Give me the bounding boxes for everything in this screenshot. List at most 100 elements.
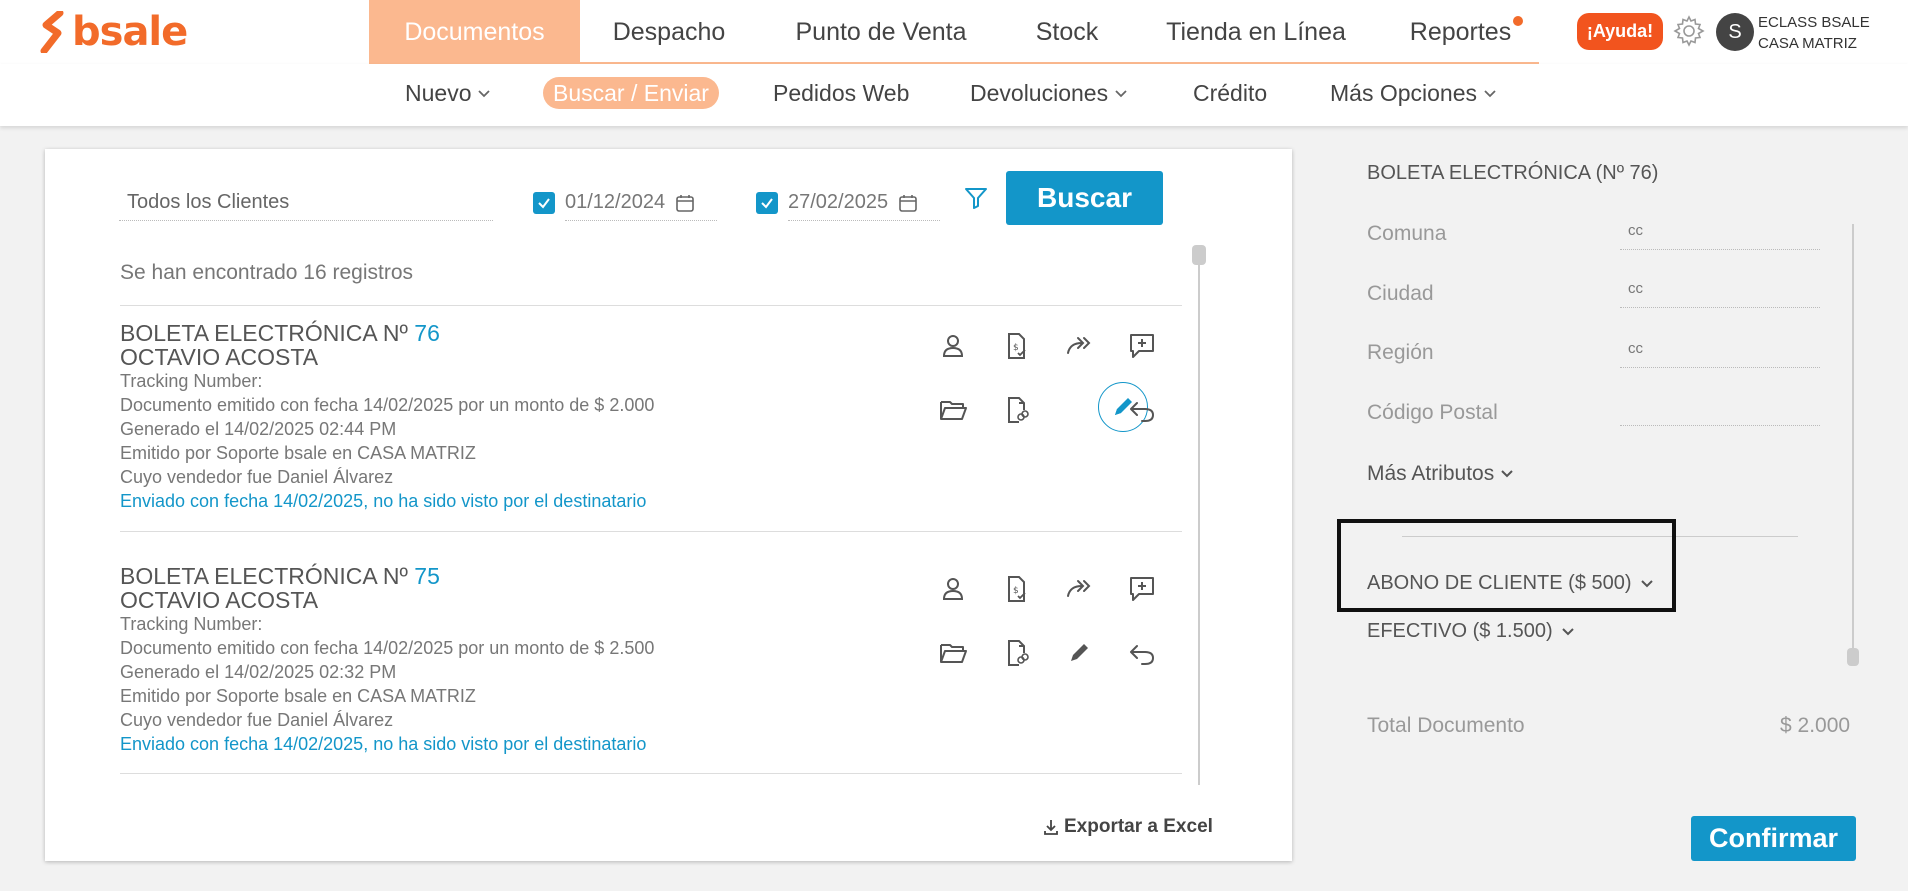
document-link-icon[interactable] bbox=[1000, 637, 1032, 669]
subnav-label: Devoluciones bbox=[970, 79, 1109, 106]
attr-label-region: Región bbox=[1367, 341, 1434, 364]
date-to-checkbox[interactable] bbox=[756, 192, 778, 214]
client-icon[interactable] bbox=[937, 330, 969, 362]
tracking-number: Tracking Number: bbox=[120, 371, 263, 391]
branch-name: CASA MATRIZ bbox=[1758, 35, 1857, 52]
client-icon[interactable] bbox=[937, 573, 969, 605]
date-from-value: 01/12/2024 bbox=[565, 191, 666, 213]
document-generated: Generado el 14/02/2025 02:32 PM bbox=[120, 662, 397, 682]
edit-icon[interactable] bbox=[1063, 637, 1095, 669]
attr-input-region[interactable]: cc bbox=[1620, 340, 1820, 368]
results-scroll-thumb[interactable] bbox=[1192, 245, 1206, 265]
nav-stock[interactable]: Stock bbox=[1004, 0, 1130, 64]
date-from-field[interactable]: 01/12/2024 bbox=[565, 185, 717, 221]
subnav-label: Más Opciones bbox=[1330, 79, 1478, 106]
svg-text:$: $ bbox=[1013, 586, 1019, 596]
calendar-icon[interactable] bbox=[898, 193, 918, 213]
nav-reportes[interactable]: Reportes bbox=[1382, 0, 1539, 64]
check-icon bbox=[761, 198, 773, 209]
attr-label-ciudad: Ciudad bbox=[1367, 282, 1434, 305]
attr-input-ciudad[interactable]: cc bbox=[1620, 280, 1820, 308]
chevron-down-icon bbox=[1115, 90, 1127, 98]
results-count: Se han encontrado 16 registros bbox=[120, 261, 414, 284]
search-button[interactable]: Buscar bbox=[1006, 171, 1163, 225]
nav-tienda-en-linea[interactable]: Tienda en Línea bbox=[1130, 0, 1382, 64]
document-type: BOLETA ELECTRÓNICA Nº bbox=[120, 563, 408, 589]
help-button[interactable]: ¡Ayuda! bbox=[1577, 13, 1663, 50]
return-icon[interactable] bbox=[1126, 637, 1158, 669]
export-excel-button[interactable]: Exportar a Excel bbox=[1042, 816, 1213, 838]
document-number[interactable]: 75 bbox=[414, 563, 440, 589]
subnav-mas-opciones[interactable]: Más Opciones bbox=[1330, 77, 1497, 109]
date-from-checkbox[interactable] bbox=[533, 192, 555, 214]
subnav-credito[interactable]: Crédito bbox=[1193, 77, 1267, 109]
document-emitted-by: Emitido por Soporte bsale en CASA MATRIZ bbox=[120, 443, 476, 463]
forward-icon[interactable] bbox=[1063, 330, 1095, 362]
divider bbox=[120, 531, 1182, 532]
more-attributes-toggle[interactable]: Más Atributos bbox=[1367, 462, 1514, 486]
download-icon bbox=[1044, 820, 1058, 835]
payment-label: EFECTIVO ($ 1.500) bbox=[1367, 620, 1553, 642]
bsale-logo-icon bbox=[40, 11, 64, 53]
date-to-field[interactable]: 27/02/2025 bbox=[788, 185, 940, 221]
main-nav: Documentos Despacho Punto de Venta Stock… bbox=[369, 0, 1539, 64]
total-document-value: $ 2.000 bbox=[1780, 714, 1851, 737]
brand-name: bsale bbox=[72, 9, 188, 55]
subnav-nuevo[interactable]: Nuevo bbox=[405, 77, 491, 109]
client-select[interactable]: Todos los Clientes bbox=[119, 185, 493, 221]
document-seller: Cuyo vendedor fue Daniel Álvarez bbox=[120, 710, 394, 730]
document-sent-status[interactable]: Enviado con fecha 14/02/2025, no ha sido… bbox=[120, 489, 720, 513]
add-comment-icon[interactable] bbox=[1126, 573, 1158, 605]
document-type: BOLETA ELECTRÓNICA Nº bbox=[120, 320, 408, 346]
document-link-icon[interactable] bbox=[1000, 394, 1032, 426]
nav-documentos[interactable]: Documentos bbox=[369, 0, 580, 64]
more-attributes-label: Más Atributos bbox=[1367, 462, 1495, 485]
highlight-box bbox=[1337, 519, 1676, 612]
forward-icon[interactable] bbox=[1063, 573, 1095, 605]
gear-icon[interactable] bbox=[1672, 14, 1706, 48]
detail-scroll-thumb[interactable] bbox=[1847, 648, 1859, 666]
subnav-pedidos-web[interactable]: Pedidos Web bbox=[773, 77, 909, 109]
detail-scrollbar[interactable] bbox=[1852, 224, 1854, 654]
date-to-value: 27/02/2025 bbox=[788, 191, 889, 213]
folder-icon[interactable] bbox=[937, 394, 969, 426]
document-generated: Generado el 14/02/2025 02:44 PM bbox=[120, 419, 397, 439]
nav-punto-de-venta[interactable]: Punto de Venta bbox=[758, 0, 1004, 64]
add-comment-icon[interactable] bbox=[1126, 330, 1158, 362]
subnav-label: Nuevo bbox=[405, 79, 472, 106]
nav-despacho[interactable]: Despacho bbox=[580, 0, 758, 64]
filter-icon[interactable] bbox=[963, 185, 989, 211]
user-avatar[interactable]: S bbox=[1716, 13, 1754, 51]
calendar-icon[interactable] bbox=[675, 193, 695, 213]
document-number[interactable]: 76 bbox=[414, 320, 440, 346]
document-item[interactable]: BOLETA ELECTRÓNICA Nº 76 OCTAVIO ACOSTA … bbox=[120, 321, 720, 513]
payment-efectivo[interactable]: EFECTIVO ($ 1.500) bbox=[1367, 620, 1575, 643]
document-issued: Documento emitido con fecha 14/02/2025 p… bbox=[120, 395, 655, 415]
document-item[interactable]: BOLETA ELECTRÓNICA Nº 75 OCTAVIO ACOSTA … bbox=[120, 564, 720, 756]
sub-nav: Nuevo Buscar / Enviar Pedidos Web Devolu… bbox=[0, 64, 1908, 126]
document-issued: Documento emitido con fecha 14/02/2025 p… bbox=[120, 638, 655, 658]
top-bar: bsale Documentos Despacho Punto de Venta… bbox=[0, 0, 1908, 64]
export-label: Exportar a Excel bbox=[1064, 816, 1213, 837]
document-emitted-by: Emitido por Soporte bsale en CASA MATRIZ bbox=[120, 686, 476, 706]
subnav-buscar-enviar[interactable]: Buscar / Enviar bbox=[543, 77, 719, 109]
document-seller: Cuyo vendedor fue Daniel Álvarez bbox=[120, 467, 394, 487]
payment-label: ABONO DE CLIENTE ($ 500) bbox=[1367, 572, 1632, 594]
user-info[interactable]: ECLASS BSALE CASA MATRIZ bbox=[1758, 12, 1870, 54]
attr-input-codigo-postal[interactable] bbox=[1620, 398, 1820, 426]
document-client: OCTAVIO ACOSTA bbox=[120, 344, 319, 370]
attr-label-codigo-postal: Código Postal bbox=[1367, 401, 1498, 424]
confirm-button[interactable]: Confirmar bbox=[1691, 816, 1856, 861]
bsale-logo[interactable]: bsale bbox=[38, 9, 188, 55]
payment-document-icon[interactable]: $ bbox=[1000, 573, 1032, 605]
payment-abono-cliente[interactable]: ABONO DE CLIENTE ($ 500) bbox=[1367, 572, 1654, 595]
folder-icon[interactable] bbox=[937, 637, 969, 669]
attr-input-comuna[interactable]: cc bbox=[1620, 222, 1820, 250]
document-sent-status[interactable]: Enviado con fecha 14/02/2025, no ha sido… bbox=[120, 732, 720, 756]
chevron-down-icon bbox=[1501, 470, 1513, 478]
payment-document-icon[interactable]: $ bbox=[1000, 330, 1032, 362]
return-icon[interactable] bbox=[1126, 394, 1158, 426]
total-document-label: Total Documento bbox=[1367, 714, 1525, 737]
results-scrollbar[interactable] bbox=[1198, 245, 1200, 785]
subnav-devoluciones[interactable]: Devoluciones bbox=[970, 77, 1128, 109]
